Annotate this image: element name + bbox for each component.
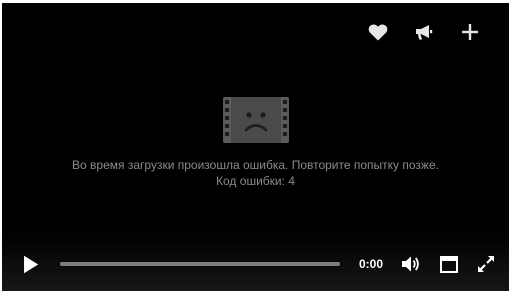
error-block: Во время загрузки произошла ошибка. Повт… [2,97,509,189]
volume-button[interactable] [400,253,422,275]
add-button[interactable] [447,21,493,43]
error-code: Код ошибки: 4 [216,174,295,188]
fullscreen-icon [478,256,494,272]
sad-film-icon [222,97,289,143]
heart-icon [368,23,388,40]
like-button[interactable] [355,21,401,43]
share-button[interactable] [401,21,447,43]
progress-bar[interactable] [60,262,340,266]
control-bar: 0:00 [2,251,509,277]
volume-icon [402,256,419,272]
error-message: Во время загрузки произошла ошибка. Повт… [72,158,439,172]
theater-mode-button[interactable] [438,253,460,275]
video-player[interactable]: Во время загрузки произошла ошибка. Повт… [2,3,509,291]
plus-icon [462,24,478,40]
play-button[interactable] [20,252,42,276]
fullscreen-button[interactable] [475,253,497,275]
megaphone-icon [416,24,433,39]
theater-mode-icon [440,255,458,273]
top-actions [355,21,493,43]
play-icon [24,255,39,273]
time-display: 0:00 [359,257,384,271]
